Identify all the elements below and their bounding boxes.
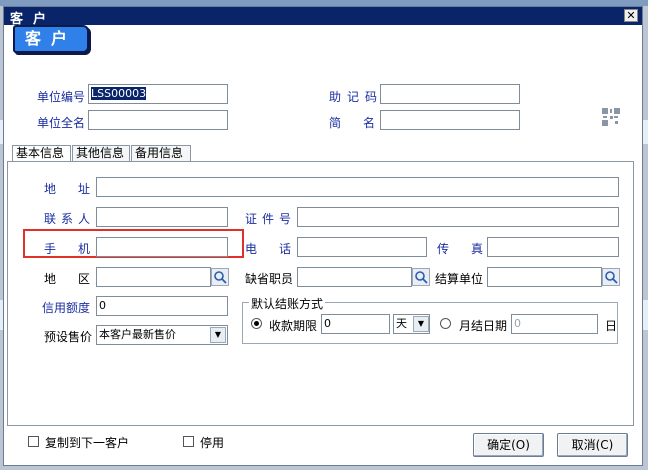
credit-limit-input[interactable]: 0 bbox=[96, 296, 228, 316]
unit-code-label: 单位编号 bbox=[37, 90, 86, 104]
copy-next-checkbox[interactable] bbox=[28, 436, 39, 447]
basic-info-panel bbox=[7, 161, 634, 426]
full-name-label: 单位全名 bbox=[37, 116, 86, 130]
disable-label: 停用 bbox=[200, 436, 225, 450]
default-staff-input[interactable] bbox=[297, 267, 412, 287]
credit-limit-label: 信用额度 bbox=[42, 301, 91, 315]
disable-checkbox[interactable] bbox=[183, 436, 194, 447]
default-staff-label: 缺省职员 bbox=[245, 272, 294, 286]
title-bar: 客户 ✕ bbox=[4, 7, 642, 27]
day-suffix: 日 bbox=[605, 319, 618, 333]
mobile-input[interactable] bbox=[96, 237, 228, 257]
staff-search-button[interactable] bbox=[412, 268, 430, 286]
cancel-button[interactable]: 取消(C) bbox=[557, 433, 628, 457]
settle-unit-label: 结算单位 bbox=[435, 272, 484, 286]
customer-badge: 客户 bbox=[13, 25, 89, 53]
settle-unit-input[interactable] bbox=[487, 267, 602, 287]
term-label: 收款期限 bbox=[269, 319, 318, 333]
term-input[interactable]: 0 bbox=[321, 314, 390, 334]
tab-other-info[interactable]: 其他信息 bbox=[72, 145, 130, 161]
preset-price-label: 预设售价 bbox=[44, 330, 93, 344]
copy-next-label: 复制到下一客户 bbox=[45, 436, 130, 450]
preset-price-select[interactable]: 本客户最新售价 bbox=[96, 325, 228, 345]
mnemonic-label: 助记码 bbox=[329, 90, 384, 104]
tab-backup-info[interactable]: 备用信息 bbox=[131, 145, 191, 161]
monthly-input[interactable]: 0 bbox=[511, 314, 598, 334]
address-input[interactable] bbox=[96, 177, 619, 197]
settle-unit-search-button[interactable] bbox=[602, 268, 620, 286]
qrcode-icon[interactable] bbox=[602, 108, 620, 126]
short-name-input[interactable] bbox=[380, 110, 520, 130]
search-icon bbox=[605, 271, 618, 284]
search-icon bbox=[415, 271, 428, 284]
settlement-title: 默认结账方式 bbox=[249, 295, 326, 312]
unit-code-input[interactable]: LSS00003 bbox=[88, 84, 228, 104]
phone-input[interactable] bbox=[297, 237, 427, 257]
id-number-input[interactable] bbox=[297, 207, 619, 227]
id-number-label: 证件号 bbox=[245, 212, 297, 226]
tab-basic-info[interactable]: 基本信息 bbox=[12, 145, 71, 162]
region-input[interactable] bbox=[96, 267, 211, 287]
contact-label: 联系人 bbox=[44, 212, 96, 226]
region-search-button[interactable] bbox=[211, 268, 229, 286]
fax-input[interactable] bbox=[487, 237, 619, 257]
term-radio[interactable] bbox=[251, 318, 262, 329]
chevron-down-icon[interactable]: ▼ bbox=[210, 327, 226, 343]
monthly-label: 月结日期 bbox=[459, 319, 508, 333]
mnemonic-input[interactable] bbox=[380, 84, 520, 104]
full-name-input[interactable] bbox=[88, 110, 228, 130]
search-icon bbox=[214, 271, 227, 284]
close-button[interactable]: ✕ bbox=[624, 9, 638, 22]
chevron-down-icon[interactable]: ▼ bbox=[413, 316, 429, 332]
ok-button[interactable]: 确定(O) bbox=[473, 433, 544, 457]
monthly-radio[interactable] bbox=[440, 318, 451, 329]
contact-input[interactable] bbox=[96, 207, 228, 227]
